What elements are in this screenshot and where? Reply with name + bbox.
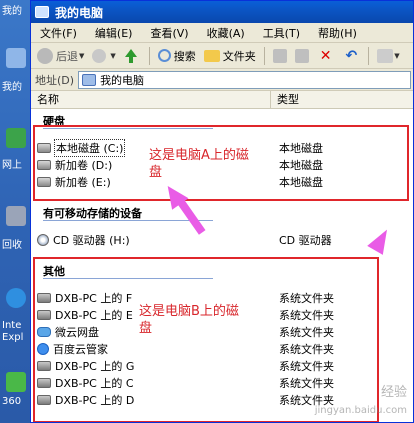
recycle-bin-icon[interactable] [6, 206, 26, 226]
toolbar-separator [148, 46, 150, 65]
item-type: CD 驱动器 [279, 233, 332, 247]
delete-button[interactable]: ✕ [314, 45, 338, 67]
search-icon [157, 49, 171, 62]
copy-to-button[interactable] [292, 45, 312, 67]
my-computer-icon [35, 6, 49, 18]
copy-to-icon [294, 48, 309, 63]
title-bar[interactable]: 我的电脑 [31, 1, 413, 23]
search-button[interactable]: 搜索 [155, 45, 199, 67]
search-label: 搜索 [173, 49, 196, 63]
back-arrow-icon [37, 47, 53, 64]
toolbar: 后退 ▼ ▼ 搜索 文件夹 ✕ ↶ ▼ [31, 43, 413, 69]
chevron-down-icon: ▼ [79, 51, 85, 60]
menu-edit[interactable]: 编辑(E) [86, 25, 142, 41]
file-list: 名称 类型 硬盘 本地磁盘 (C:) 本地磁盘 新加卷 (D:) 本地磁盘 新加… [31, 91, 413, 422]
up-button[interactable] [121, 45, 144, 67]
group-divider [43, 220, 213, 221]
views-button[interactable]: ▼ [374, 45, 402, 67]
desktop-label-360: 360 [2, 396, 22, 407]
window-title: 我的电脑 [55, 5, 104, 20]
group-title-removable: 有可移动存储的设备 [43, 207, 142, 220]
annotation-text-b-line1: 这是电脑B上的磁 [139, 304, 239, 319]
desktop: 我的 我的 网上 回收 Inte Expl 360 [0, 0, 30, 423]
menu-file[interactable]: 文件(F) [31, 25, 86, 41]
back-button[interactable]: 后退 ▼ [34, 45, 87, 67]
folder-icon [203, 49, 220, 62]
column-name-header[interactable]: 名称 [31, 91, 271, 108]
desktop-label-recycle: 回收 [2, 240, 22, 251]
folders-label: 文件夹 [222, 49, 256, 63]
explorer-window: 我的电脑 文件(F) 编辑(E) 查看(V) 收藏(A) 工具(T) 帮助(H)… [30, 0, 414, 423]
column-type-header[interactable]: 类型 [271, 91, 413, 108]
ie-icon[interactable] [6, 288, 26, 308]
my-computer-icon [82, 73, 97, 86]
network-icon[interactable] [6, 128, 26, 148]
menu-tools[interactable]: 工具(T) [254, 25, 309, 41]
up-folder-icon [124, 48, 138, 64]
column-header: 名称 类型 [31, 91, 413, 109]
forward-arrow-icon [92, 48, 107, 63]
back-label: 后退 [56, 49, 78, 63]
address-input[interactable]: 我的电脑 [78, 70, 411, 89]
menu-bar: 文件(F) 编辑(E) 查看(V) 收藏(A) 工具(T) 帮助(H) [31, 23, 413, 43]
undo-button[interactable]: ↶ [340, 45, 364, 67]
desktop-label-my-computer: 我的 [2, 82, 22, 93]
annotation-text-a: 这是电脑A上的磁 盘 [149, 147, 249, 181]
computer-icon[interactable] [6, 48, 26, 68]
address-bar: 地址(D) 我的电脑 [31, 69, 413, 91]
360-icon[interactable] [6, 372, 26, 392]
move-to-button[interactable] [270, 45, 290, 67]
desktop-label-network: 网上 [2, 160, 22, 171]
annotation-text-b-line2: 盘 [139, 321, 153, 336]
chevron-down-icon: ▼ [110, 51, 116, 60]
delete-icon: ✕ [319, 47, 332, 64]
annotation-text-b: 这是电脑B上的磁 盘 [139, 303, 239, 337]
views-icon [377, 48, 394, 63]
desktop-label-ie-2: Expl [2, 332, 24, 343]
watermark: 经验 [380, 385, 407, 400]
move-to-icon [272, 48, 287, 63]
menu-help[interactable]: 帮助(H) [309, 25, 366, 41]
forward-button[interactable]: ▼ [89, 45, 118, 67]
annotation-text-a-line1: 这是电脑A上的磁 [149, 148, 249, 163]
desktop-label-my-docs: 我的 [2, 6, 22, 17]
list-item[interactable]: CD 驱动器 (H:) CD 驱动器 [37, 231, 413, 248]
chevron-down-icon: ▼ [394, 51, 400, 60]
folders-button[interactable]: 文件夹 [201, 45, 259, 67]
item-name: CD 驱动器 (H:) [53, 233, 130, 247]
desktop-label-ie-1: Inte [2, 320, 22, 331]
toolbar-separator [263, 46, 265, 65]
undo-icon: ↶ [345, 47, 358, 64]
annotation-box-b [33, 257, 379, 422]
menu-favorites[interactable]: 收藏(A) [198, 25, 254, 41]
menu-view[interactable]: 查看(V) [141, 25, 197, 41]
address-label: 地址(D) [35, 73, 75, 87]
annotation-text-a-line2: 盘 [149, 165, 163, 180]
cd-drive-icon [37, 233, 49, 246]
watermark-url: jingyan.baidu.com [314, 405, 407, 416]
address-value: 我的电脑 [100, 73, 145, 87]
toolbar-separator [368, 46, 370, 65]
